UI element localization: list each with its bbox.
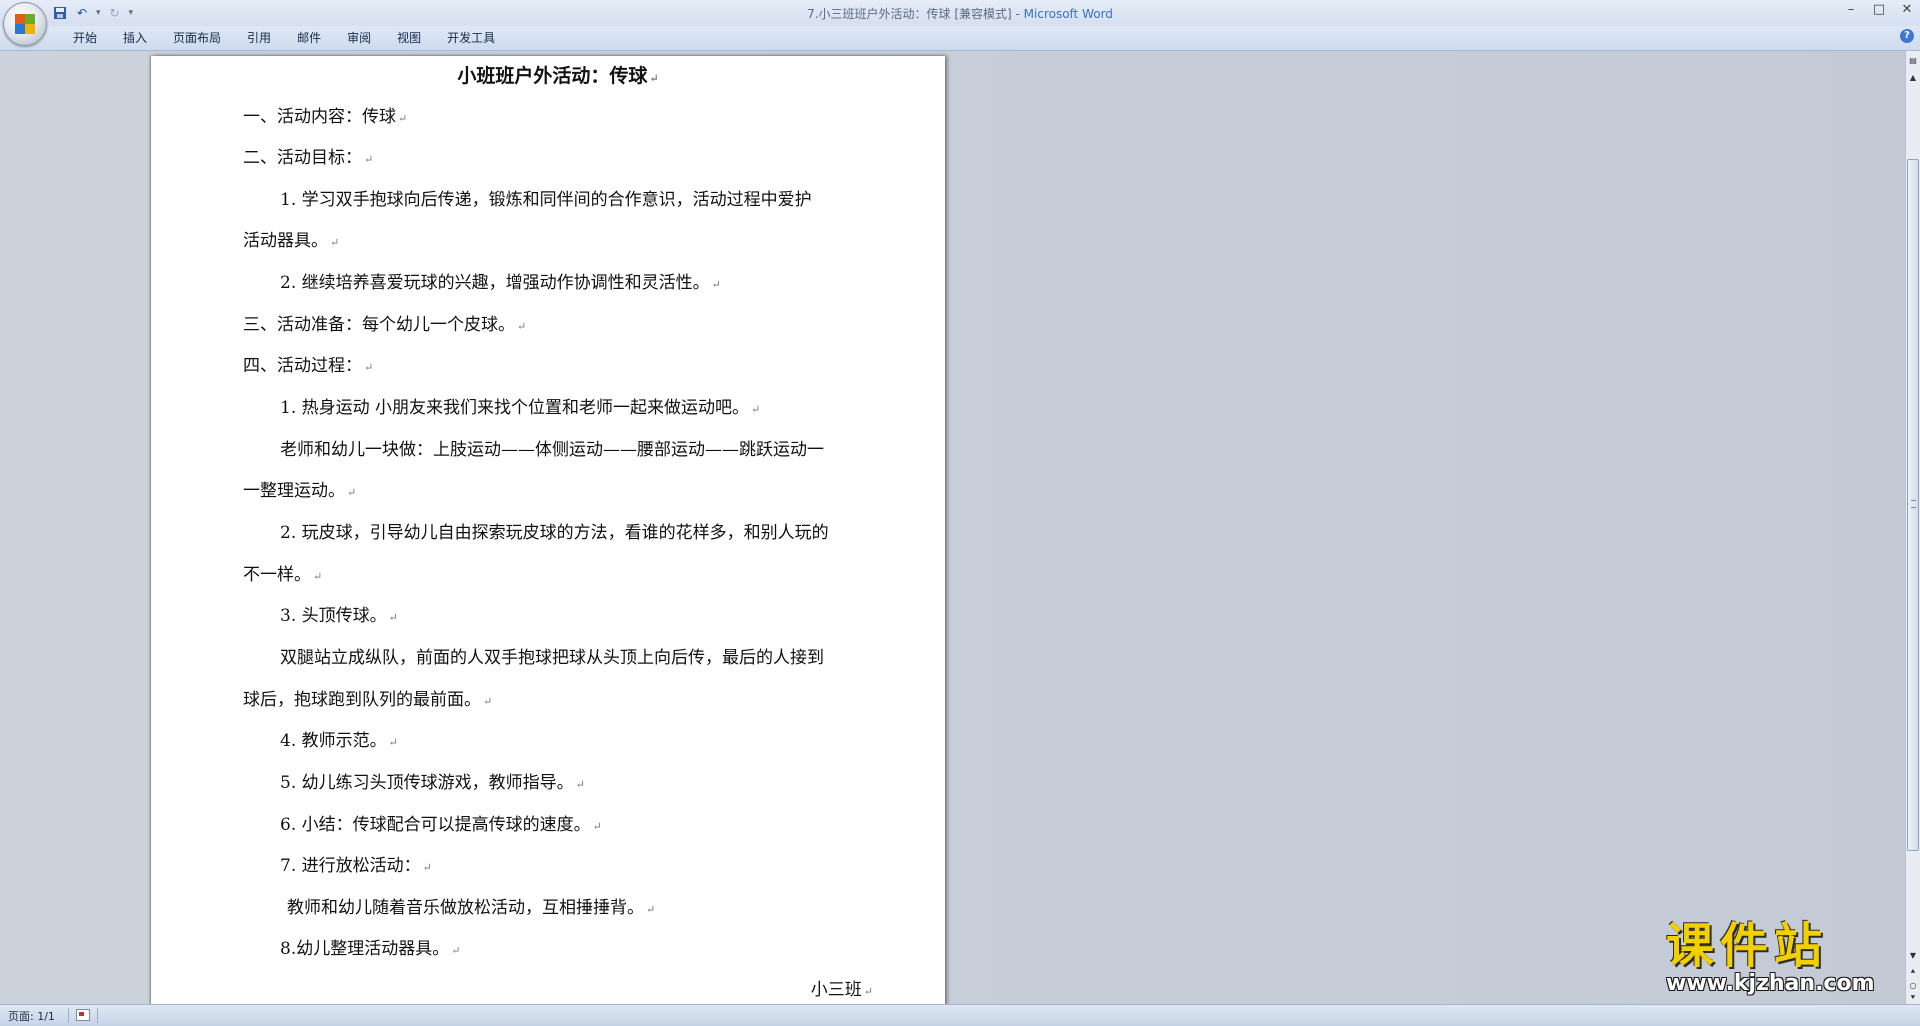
tab-mailings[interactable]: 邮件: [284, 30, 334, 46]
doc-line: 四、活动过程： ↵: [243, 356, 374, 376]
paragraph-mark: ↵: [347, 486, 357, 499]
ribbon-tabs: 开始 插入 页面布局 引用 邮件 审阅 视图 开发工具: [60, 30, 508, 46]
doc-line: 4. 教师示范。 ↵: [280, 731, 398, 751]
tab-references[interactable]: 引用: [234, 30, 284, 46]
paragraph-mark: ↵: [364, 361, 374, 374]
doc-signature: 小三班 ↵: [810, 980, 873, 1000]
doc-line: 一整理运动。 ↵: [243, 481, 357, 501]
proofing-icon[interactable]: [76, 1009, 90, 1021]
paragraph-mark: ↵: [451, 944, 461, 957]
vertical-scrollbar[interactable]: ▤ ▲ ▼ ⯅ ○ ⯆: [1905, 51, 1920, 1004]
app-name: Microsoft Word: [1023, 7, 1113, 21]
page-count[interactable]: 页面: 1/1: [8, 1008, 55, 1024]
paragraph-mark: ↵: [422, 861, 432, 874]
document-title: 小班班户外活动：传球 ↵: [457, 65, 659, 87]
watermark-url: www.kjzhan.com: [1666, 971, 1875, 996]
watermark-logo-text: 课件站: [1666, 918, 1829, 974]
doc-line: 2. 玩皮球，引导幼儿自由探索玩皮球的方法，看谁的花样多，和别人玩的: [280, 523, 829, 543]
doc-line: 6. 小结：传球配合可以提高传球的速度。 ↵: [280, 815, 602, 835]
paragraph-mark: ↵: [592, 820, 602, 833]
close-icon[interactable]: ✕: [1900, 2, 1914, 17]
window-title: 7.小三班班户外活动：传球 [兼容模式] - Microsoft Word: [0, 5, 1920, 22]
paragraph-mark: ↵: [646, 903, 656, 916]
paragraph-mark: ↵: [313, 570, 323, 583]
doc-line: 2. 继续培养喜爱玩球的兴趣，增强动作协调性和灵活性。 ↵: [280, 273, 721, 293]
window-controls: – □ ✕: [1844, 2, 1914, 17]
paragraph-mark: ↵: [364, 153, 374, 166]
scrollbar-thumb[interactable]: [1907, 159, 1919, 851]
scroll-down-icon[interactable]: ▼: [1907, 949, 1919, 963]
paragraph-mark: ↵: [517, 320, 527, 333]
document-name: 7.小三班班户外活动：传球 [兼容模式] -: [807, 7, 1024, 21]
office-logo-icon: [15, 14, 35, 34]
maximize-icon[interactable]: □: [1872, 2, 1886, 17]
watermark: 课件站 www.kjzhan.com: [1666, 920, 1904, 996]
paragraph-mark: ↵: [398, 112, 408, 125]
title-bar: ↶ ▾ ↻ ▾ 7.小三班班户外活动：传球 [兼容模式] - Microsoft…: [0, 0, 1920, 26]
doc-line: 5. 幼儿练习头顶传球游戏，教师指导。 ↵: [280, 773, 585, 793]
paragraph-mark: ↵: [388, 736, 398, 749]
paragraph-mark: ↵: [711, 278, 721, 291]
status-divider: [97, 1008, 98, 1023]
doc-line: 三、活动准备：每个幼儿一个皮球。 ↵: [243, 315, 527, 335]
tab-view[interactable]: 视图: [384, 30, 434, 46]
help-icon[interactable]: ?: [1900, 29, 1914, 43]
previous-page-icon[interactable]: ⯅: [1907, 965, 1919, 979]
paragraph-mark: ↵: [863, 985, 873, 998]
paragraph-mark: ↵: [575, 778, 585, 791]
doc-line: 1. 学习双手抱球向后传递，锻炼和同伴间的合作意识，活动过程中爱护: [280, 190, 812, 210]
doc-line: 活动器具。 ↵: [243, 231, 340, 251]
doc-line: 8.幼儿整理活动器具。 ↵: [280, 939, 461, 959]
ribbon-tabs-bar: 开始 插入 页面布局 引用 邮件 审阅 视图 开发工具 ?: [0, 26, 1920, 51]
paragraph-mark: ↵: [388, 611, 398, 624]
doc-line: 老师和幼儿一块做：上肢运动——体侧运动——腰部运动——跳跃运动一: [280, 440, 824, 460]
doc-line: 教师和幼儿随着音乐做放松活动，互相捶捶背。 ↵: [287, 898, 656, 918]
tab-review[interactable]: 审阅: [334, 30, 384, 46]
document-page[interactable]: 小班班户外活动：传球 ↵ 一、活动内容：传球 ↵ 二、活动目标： ↵ 1. 学习双手抱…: [151, 56, 945, 1004]
tab-developer[interactable]: 开发工具: [434, 30, 508, 46]
tab-insert[interactable]: 插入: [110, 30, 160, 46]
doc-line: 3. 头顶传球。 ↵: [280, 606, 398, 626]
tab-home[interactable]: 开始: [60, 30, 110, 46]
minimize-icon[interactable]: –: [1844, 2, 1858, 17]
paragraph-mark: ↵: [649, 72, 659, 85]
scrollbar-grip-icon: [1911, 500, 1916, 508]
status-bar: 页面: 1/1: [0, 1004, 1920, 1026]
next-page-icon[interactable]: ⯆: [1907, 991, 1919, 1005]
status-divider: [68, 1008, 69, 1023]
paragraph-mark: ↵: [483, 695, 493, 708]
doc-line: 7. 进行放松活动： ↵: [280, 856, 432, 876]
tab-page-layout[interactable]: 页面布局: [160, 30, 234, 46]
doc-line: 不一样。 ↵: [243, 565, 323, 585]
doc-line: 球后，抱球跑到队列的最前面。 ↵: [243, 690, 493, 710]
office-button[interactable]: [3, 2, 47, 46]
ruler-toggle-icon[interactable]: ▤: [1907, 54, 1919, 68]
scroll-up-icon[interactable]: ▲: [1907, 71, 1919, 85]
doc-line: 二、活动目标： ↵: [243, 148, 374, 168]
paragraph-mark: ↵: [330, 236, 340, 249]
doc-line: 1. 热身运动 小朋友来我们来找个位置和老师一起来做运动吧。 ↵: [280, 398, 761, 418]
document-workspace: 小班班户外活动：传球 ↵ 一、活动内容：传球 ↵ 二、活动目标： ↵ 1. 学习双手抱…: [0, 51, 1906, 1004]
doc-line: 一、活动内容：传球 ↵: [243, 107, 408, 127]
paragraph-mark: ↵: [751, 403, 761, 416]
doc-line: 双腿站立成纵队，前面的人双手抱球把球从头顶上向后传，最后的人接到: [280, 648, 824, 668]
